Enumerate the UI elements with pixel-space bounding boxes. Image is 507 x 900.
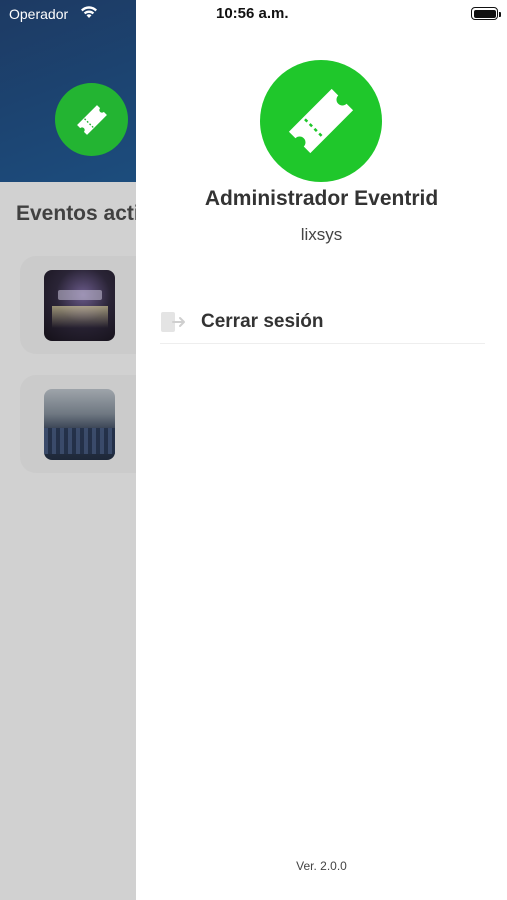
profile-username: lixsys	[300, 225, 343, 244]
ticket-icon	[76, 104, 107, 135]
logout-icon	[160, 309, 186, 335]
events-section-title: Eventos acti	[16, 202, 140, 225]
logout-menu-item[interactable]: Cerrar sesión	[160, 300, 485, 344]
ticket-icon	[288, 88, 354, 154]
clock: 10:56 a.m.	[216, 5, 289, 22]
battery-icon	[471, 7, 501, 20]
app-screen: Eventos acti Operador 10:56 a.m. Adminis…	[0, 0, 507, 900]
status-bar: Operador 10:56 a.m.	[0, 0, 507, 28]
profile-name: Administrador Eventrid	[204, 187, 439, 210]
app-version: Ver. 2.0.0	[296, 859, 347, 873]
event-thumbnail	[44, 270, 115, 341]
wifi-icon	[81, 6, 97, 18]
carrier-label: Operador	[9, 6, 69, 22]
background-app-logo	[55, 83, 128, 156]
navigation-drawer: Administrador Eventrid lixsys Cerrar ses…	[136, 0, 507, 900]
event-thumbnail	[44, 389, 115, 460]
logout-label: Cerrar sesión	[201, 310, 324, 332]
profile-avatar	[260, 60, 382, 182]
